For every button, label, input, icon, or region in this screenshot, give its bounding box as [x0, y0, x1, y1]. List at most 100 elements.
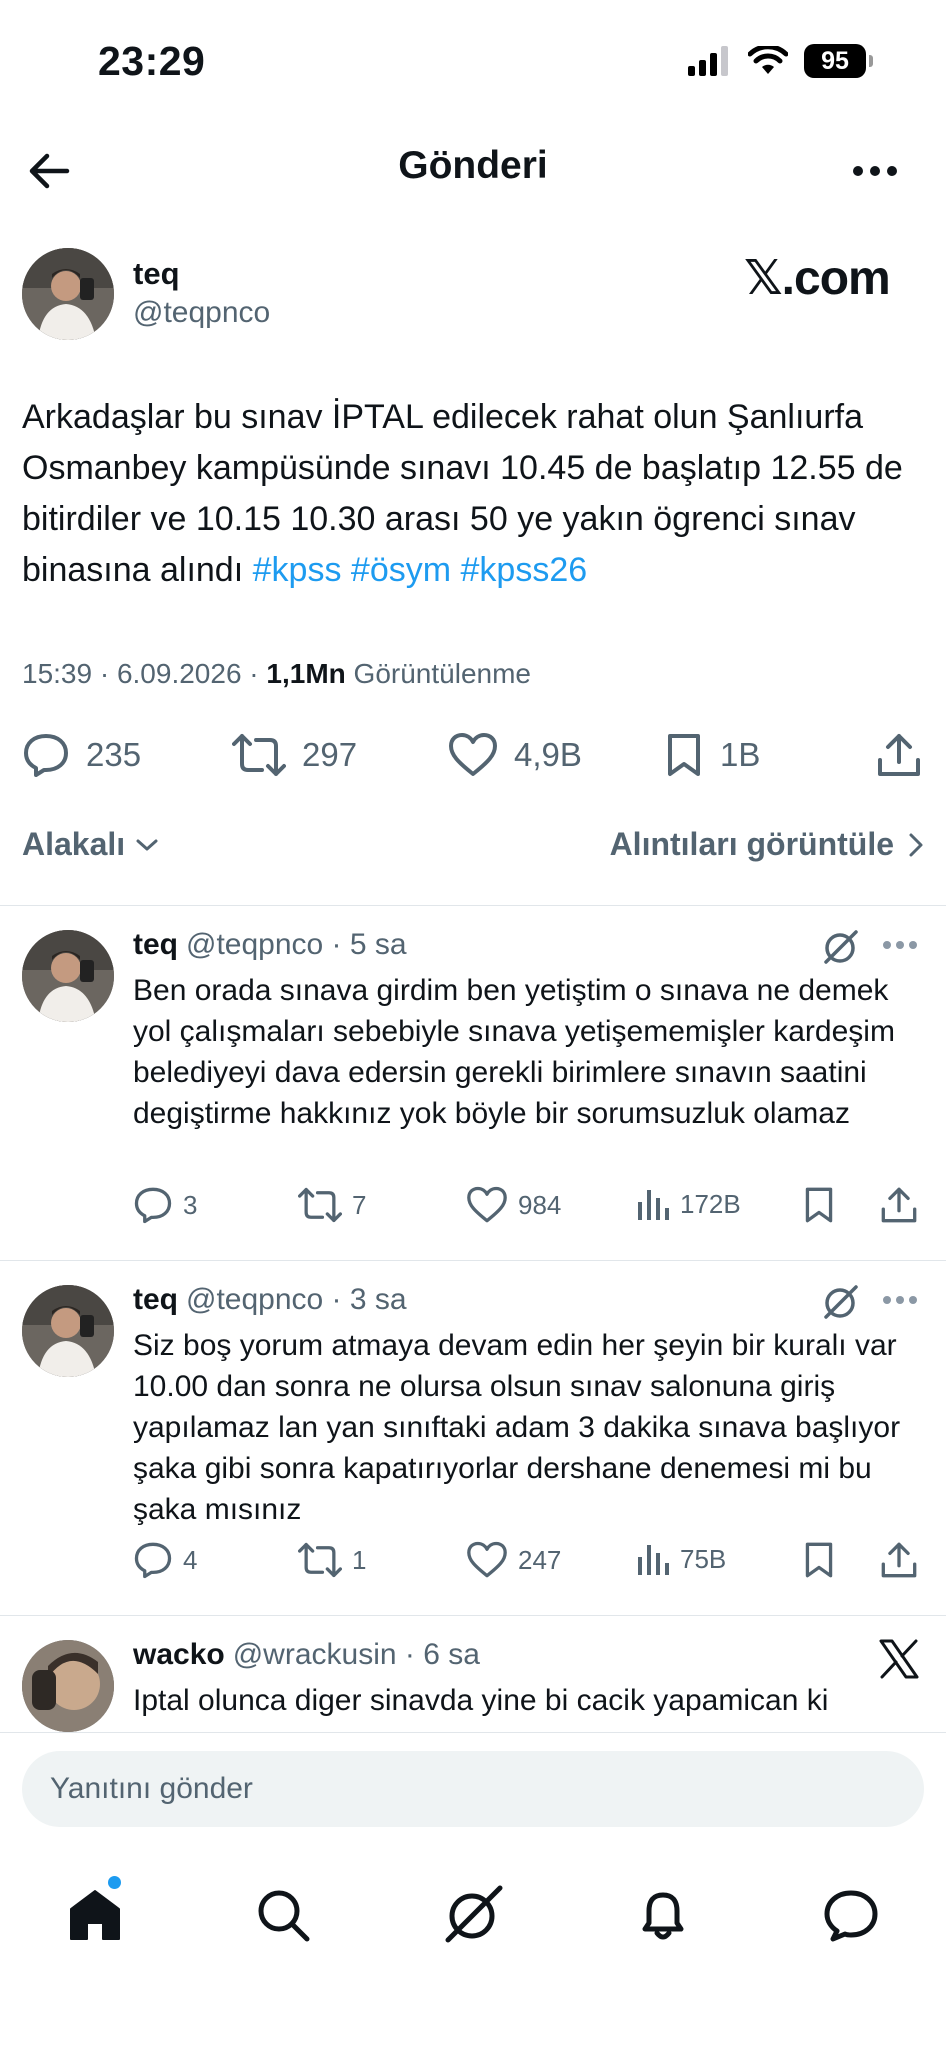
tweet-meta: 15:39 · 6.09.2026 · 1,1Mn Görüntülenme — [22, 658, 531, 690]
bookmark-button[interactable] — [802, 1541, 836, 1579]
reply-header: teq @teqpnco · 5 sa — [133, 928, 407, 962]
bookmark-button[interactable]: 1B — [664, 732, 760, 778]
avatar[interactable] — [22, 930, 114, 1022]
more-dots-icon — [883, 941, 917, 949]
reply-tweet[interactable]: wacko @wrackusin · 6 sa Iptal olunca dige… — [0, 1616, 946, 1732]
status-time: 23:29 — [98, 38, 206, 84]
repost-icon — [298, 1187, 342, 1223]
xcom-watermark: 𝕏.com — [744, 252, 891, 305]
views-button[interactable]: 75B — [636, 1541, 726, 1577]
home-notification-dot — [108, 1876, 121, 1889]
signal-icon — [688, 46, 732, 76]
view-quotes-label: Alıntıları görüntüle — [609, 826, 894, 862]
reply-composer-bar: Yanıtını gönder — [0, 1732, 946, 1838]
author-handle[interactable]: @teqpnco — [133, 296, 270, 330]
reply-input-placeholder: Yanıtını gönder — [50, 1772, 253, 1805]
heart-icon — [449, 733, 497, 776]
chevron-right-icon — [909, 833, 923, 856]
bookmark-button[interactable] — [802, 1186, 836, 1224]
heart-icon — [467, 1541, 507, 1578]
x-logo-icon — [878, 1638, 920, 1680]
share-button[interactable] — [876, 732, 922, 778]
header: Gönderi — [0, 120, 946, 220]
reply-input[interactable]: Yanıtını gönder — [22, 1751, 924, 1827]
like-button[interactable]: 247 — [466, 1541, 561, 1579]
reply-actions: 4 1 247 75B — [0, 1541, 946, 1585]
more-dots-icon — [883, 1296, 917, 1304]
grok-icon — [824, 930, 858, 964]
tweet-text: Arkadaşlar bu sınav İPTAL edilecek rahat… — [22, 398, 903, 589]
share-button[interactable] — [880, 1541, 918, 1579]
views-count: 172B — [680, 1188, 741, 1219]
share-icon — [881, 1542, 917, 1578]
share-button[interactable] — [880, 1186, 918, 1224]
hashtag-link[interactable]: #kpss26 — [461, 551, 588, 589]
avatar[interactable] — [22, 1285, 114, 1377]
reply-count: 3 — [183, 1189, 198, 1220]
reply-text: Siz boş yorum atmaya devam edin her şeyi… — [133, 1329, 901, 1526]
author-name[interactable]: teq — [133, 256, 180, 292]
like-button[interactable]: 984 — [466, 1186, 561, 1224]
like-count: 984 — [518, 1189, 562, 1220]
author-handle-time: @teqpnco · 3 sa — [186, 1283, 407, 1316]
repost-button[interactable]: 297 — [232, 732, 357, 778]
grok-button[interactable] — [820, 1283, 860, 1323]
hashtag-link[interactable]: #kpss — [253, 551, 342, 589]
page-title: Gönderi — [398, 144, 548, 187]
view-count: 1,1Mn — [266, 658, 346, 689]
tab-messages[interactable] — [818, 1882, 884, 1948]
chat-icon — [824, 1890, 878, 1942]
share-icon — [878, 734, 920, 776]
reply-tweet[interactable]: teq @teqpnco · 5 sa Ben orada sınava gird… — [0, 906, 946, 1260]
views-button[interactable]: 172B — [636, 1186, 741, 1222]
repost-icon — [298, 1542, 342, 1578]
author-name[interactable]: teq — [133, 928, 178, 961]
battery-icon: 95 — [804, 44, 873, 78]
author-name[interactable]: teq — [133, 1283, 178, 1316]
reply-icon — [24, 734, 68, 777]
repost-count: 297 — [302, 736, 358, 773]
grok-icon — [445, 1885, 503, 1943]
avatar[interactable] — [22, 248, 114, 340]
chevron-down-icon — [136, 839, 158, 850]
repost-button[interactable]: 1 — [298, 1541, 366, 1579]
grok-icon — [824, 1285, 858, 1319]
analytics-icon — [638, 1190, 669, 1220]
view-quotes-link[interactable]: Alıntıları görüntüle — [610, 826, 924, 863]
reply-header: wacko @wrackusin · 6 sa — [133, 1638, 480, 1672]
bookmark-icon — [805, 1187, 833, 1223]
more-dots-icon — [853, 166, 897, 176]
repost-button[interactable]: 7 — [298, 1186, 366, 1224]
author-name[interactable]: wacko — [133, 1638, 225, 1671]
tweet-actions: 235 297 4,9B 1B — [0, 726, 946, 786]
hashtag-link[interactable]: #ösym — [351, 551, 451, 589]
avatar[interactable] — [22, 1640, 114, 1732]
reply-text: Iptal olunca diger sinavda yine bi cacik… — [133, 1684, 829, 1717]
repost-icon — [232, 734, 286, 776]
reply-more-button[interactable] — [882, 1295, 918, 1305]
status-icons: 95 — [688, 44, 873, 78]
search-icon — [258, 1890, 310, 1942]
sort-label: Alakalı — [22, 826, 126, 862]
more-options-button[interactable] — [848, 144, 902, 198]
like-count: 247 — [518, 1544, 562, 1575]
wifi-icon — [748, 46, 788, 76]
grok-button[interactable] — [820, 928, 860, 968]
home-icon — [70, 1890, 120, 1940]
sort-dropdown[interactable]: Alakalı — [22, 826, 159, 863]
reply-tweet[interactable]: teq @teqpnco · 3 sa Siz boş yorum atmaya … — [0, 1261, 946, 1615]
bookmark-icon — [668, 734, 700, 776]
tab-notifications[interactable] — [630, 1882, 696, 1948]
reply-count: 4 — [183, 1544, 198, 1575]
bottom-tab-bar — [0, 1838, 946, 2048]
tab-search[interactable] — [250, 1882, 316, 1948]
reply-button[interactable]: 235 — [22, 732, 141, 778]
like-button[interactable]: 4,9B — [448, 732, 582, 778]
view-label: Görüntülenme — [345, 658, 531, 689]
reply-more-button[interactable] — [882, 940, 918, 950]
reply-button[interactable]: 3 — [133, 1186, 197, 1224]
tab-home[interactable] — [62, 1882, 128, 1948]
tab-grok[interactable] — [440, 1882, 506, 1948]
views-count: 75B — [680, 1543, 727, 1574]
reply-button[interactable]: 4 — [133, 1541, 197, 1579]
